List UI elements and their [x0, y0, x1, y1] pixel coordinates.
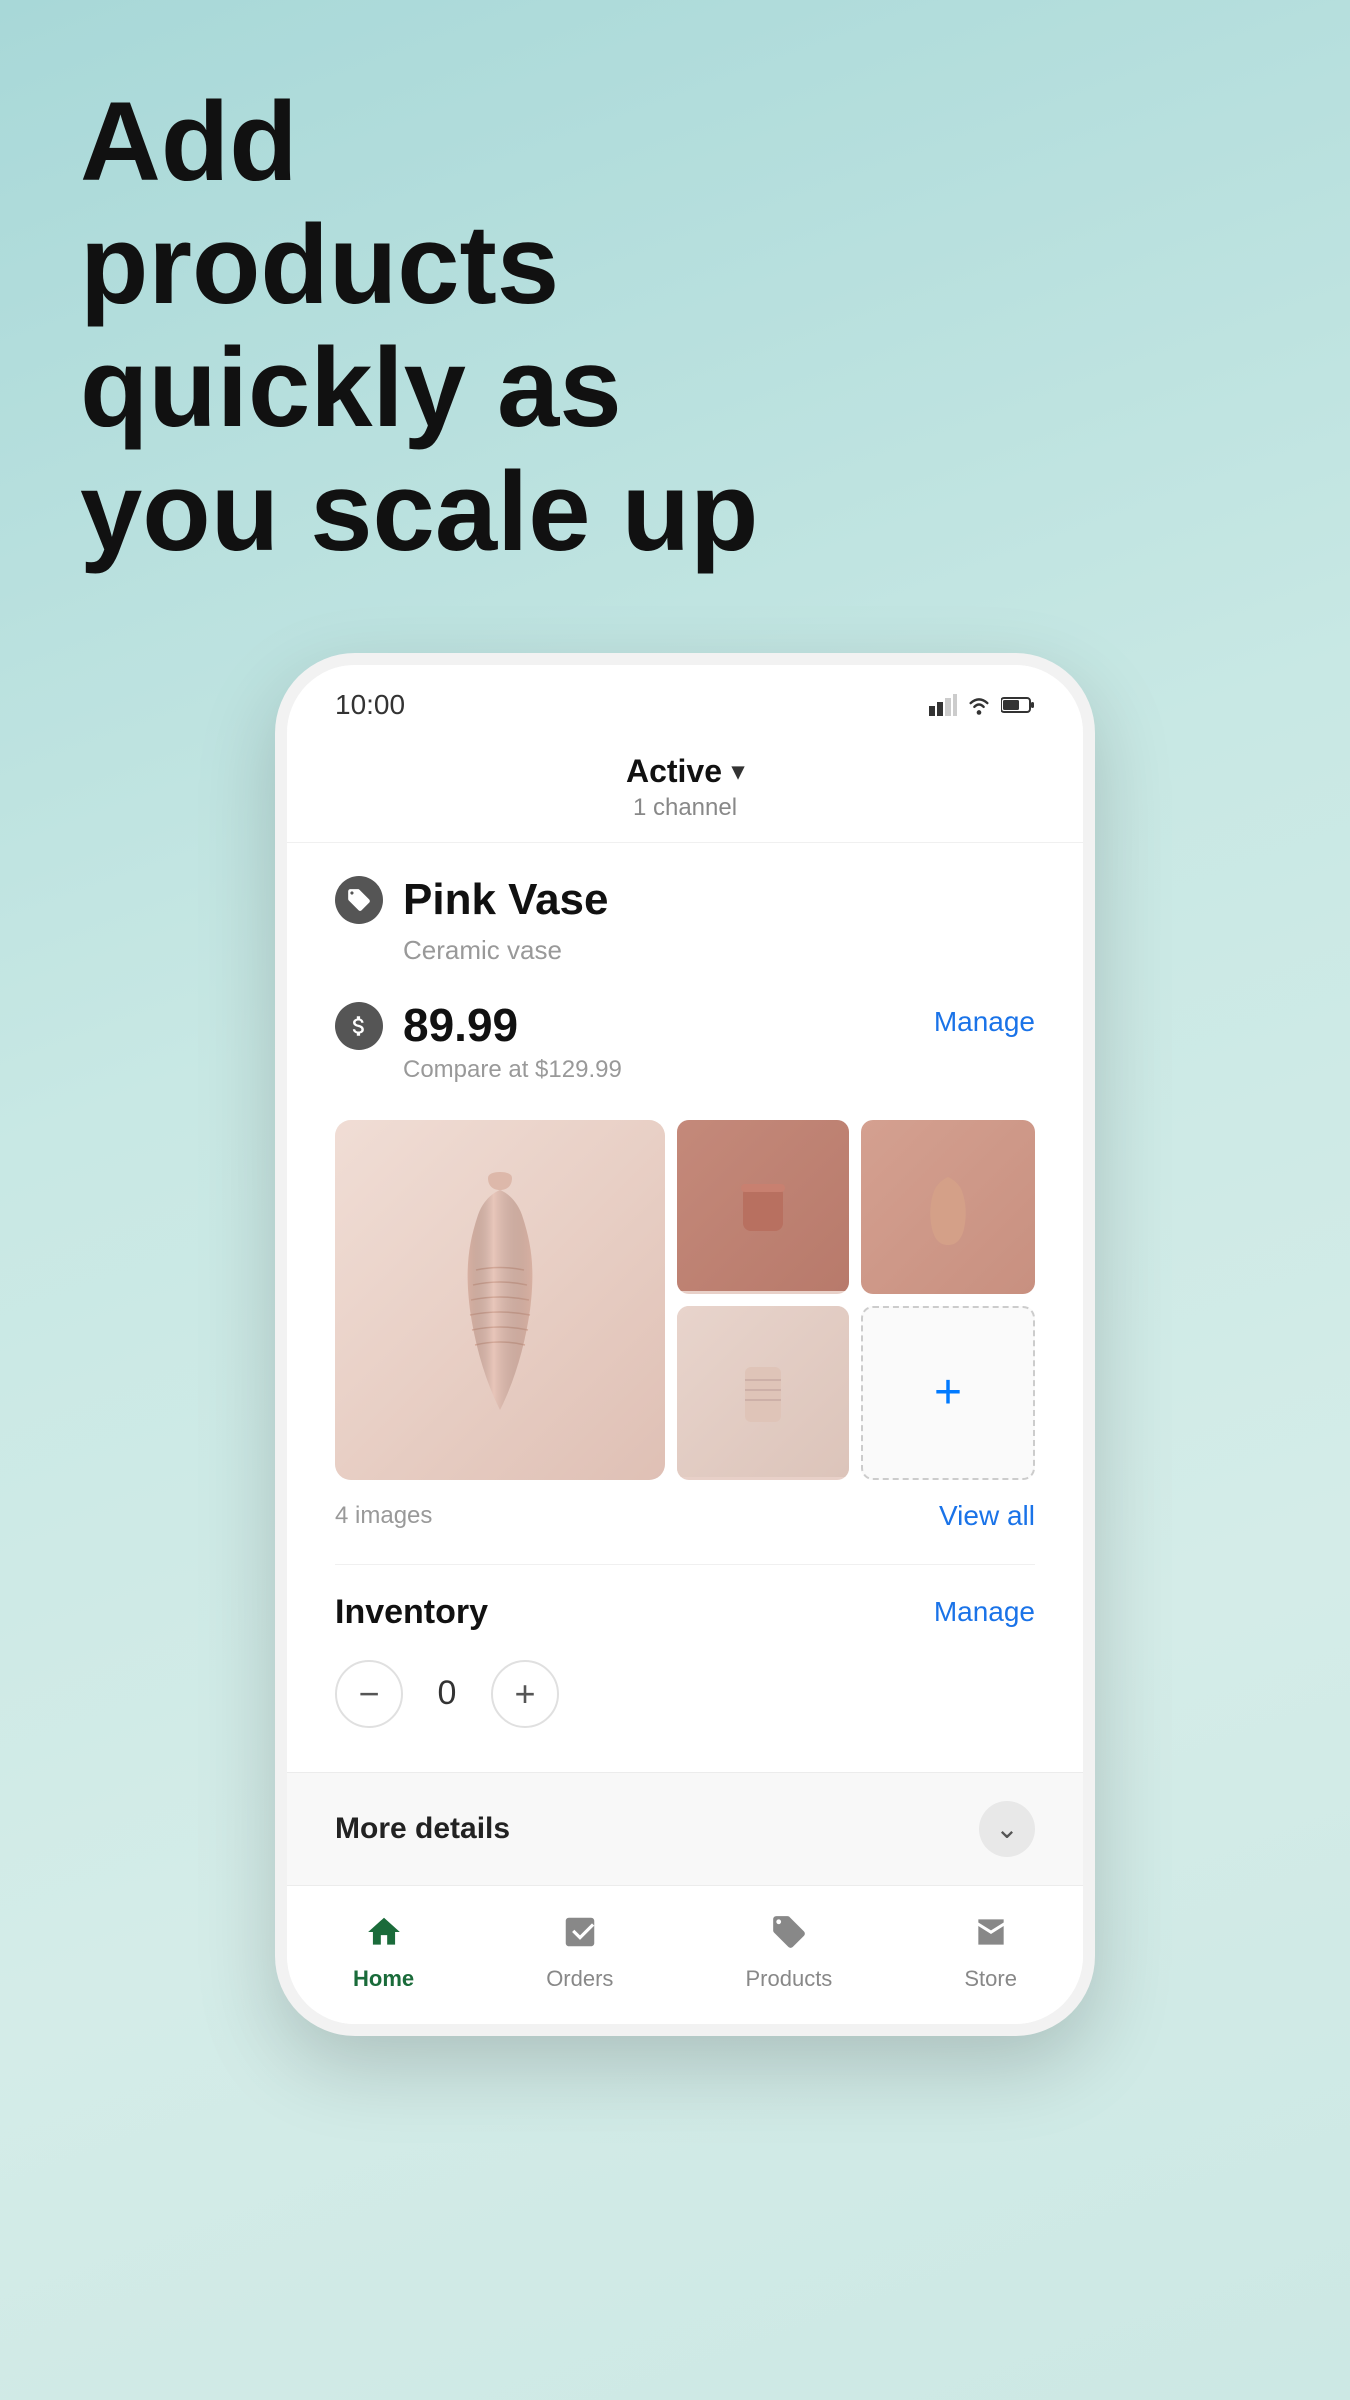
- product-name-row: Pink Vase: [335, 875, 1035, 925]
- inventory-title: Inventory: [335, 1593, 488, 1632]
- compare-at-price: Compare at $129.99: [403, 1056, 622, 1084]
- dollar-icon: [335, 1002, 383, 1050]
- images-grid: +: [335, 1120, 1035, 1480]
- products-icon: [763, 1906, 815, 1958]
- quantity-minus-button[interactable]: −: [335, 1660, 403, 1728]
- inventory-header: Inventory Manage: [335, 1593, 1035, 1632]
- thumb-image-2: [861, 1120, 1035, 1294]
- phone-screen: 10:00: [287, 665, 1083, 2024]
- nav-orders[interactable]: Orders: [546, 1906, 613, 1992]
- chevron-down-icon: ⌄: [995, 1812, 1018, 1845]
- active-title-text: Active: [626, 753, 722, 790]
- thumb-image-1: [677, 1120, 849, 1294]
- more-details-label: More details: [335, 1812, 510, 1846]
- nav-store[interactable]: Store: [964, 1906, 1017, 1992]
- product-name: Pink Vase: [403, 875, 608, 925]
- store-icon: [965, 1906, 1017, 1958]
- nav-home-label: Home: [353, 1966, 414, 1992]
- status-time: 10:00: [335, 689, 405, 721]
- bottom-nav: Home Orders Products: [287, 1885, 1083, 2024]
- orders-icon: [554, 1906, 606, 1958]
- vase-detail-icon: [723, 1352, 803, 1432]
- product-content: Pink Vase Ceramic vase 89.99 Compare at …: [287, 843, 1083, 1772]
- status-icons: [929, 694, 1035, 716]
- active-subtitle: 1 channel: [633, 794, 737, 822]
- plus-icon: +: [934, 1365, 962, 1420]
- more-details-bar[interactable]: More details ⌄: [287, 1772, 1083, 1885]
- status-bar: 10:00: [287, 665, 1083, 729]
- phone-wrapper: 10:00: [275, 653, 1095, 2036]
- chevron-down-icon: ▾: [732, 757, 744, 786]
- images-footer: 4 images View all: [335, 1500, 1035, 1532]
- inventory-section: Inventory Manage − 0 +: [335, 1564, 1035, 1728]
- price-row: 89.99 Compare at $129.99 Manage: [335, 998, 1035, 1084]
- nav-products[interactable]: Products: [745, 1906, 832, 1992]
- nav-home[interactable]: Home: [353, 1906, 414, 1992]
- chevron-circle: ⌄: [979, 1801, 1035, 1857]
- battery-icon: [1001, 696, 1035, 714]
- price-tag-icon: [346, 887, 372, 913]
- product-price: 89.99: [403, 998, 622, 1052]
- quantity-plus-button[interactable]: +: [491, 1660, 559, 1728]
- inventory-manage-button[interactable]: Manage: [934, 1596, 1035, 1628]
- nav-products-label: Products: [745, 1966, 832, 1992]
- add-image-button[interactable]: +: [861, 1306, 1035, 1480]
- price-manage-button[interactable]: Manage: [934, 1006, 1035, 1038]
- main-image: [335, 1120, 665, 1480]
- home-icon: [358, 1906, 410, 1958]
- cup-icon: [723, 1166, 803, 1246]
- tag-icon: [335, 876, 383, 924]
- quantity-value: 0: [431, 1674, 463, 1713]
- active-bar[interactable]: Active ▾ 1 channel: [287, 729, 1083, 843]
- vase-svg: [420, 1170, 580, 1430]
- images-count: 4 images: [335, 1502, 432, 1530]
- view-all-button[interactable]: View all: [939, 1500, 1035, 1532]
- wifi-icon: [965, 694, 993, 716]
- thumb-image-3: [677, 1306, 849, 1480]
- nav-store-label: Store: [964, 1966, 1017, 1992]
- nav-orders-label: Orders: [546, 1966, 613, 1992]
- vase-small-icon: [908, 1167, 988, 1247]
- money-icon: [346, 1013, 372, 1039]
- signal-icon: [929, 694, 957, 716]
- quantity-row: − 0 +: [335, 1660, 1035, 1728]
- product-description: Ceramic vase: [403, 935, 1035, 966]
- headline: Add products quickly as you scale up: [80, 80, 760, 573]
